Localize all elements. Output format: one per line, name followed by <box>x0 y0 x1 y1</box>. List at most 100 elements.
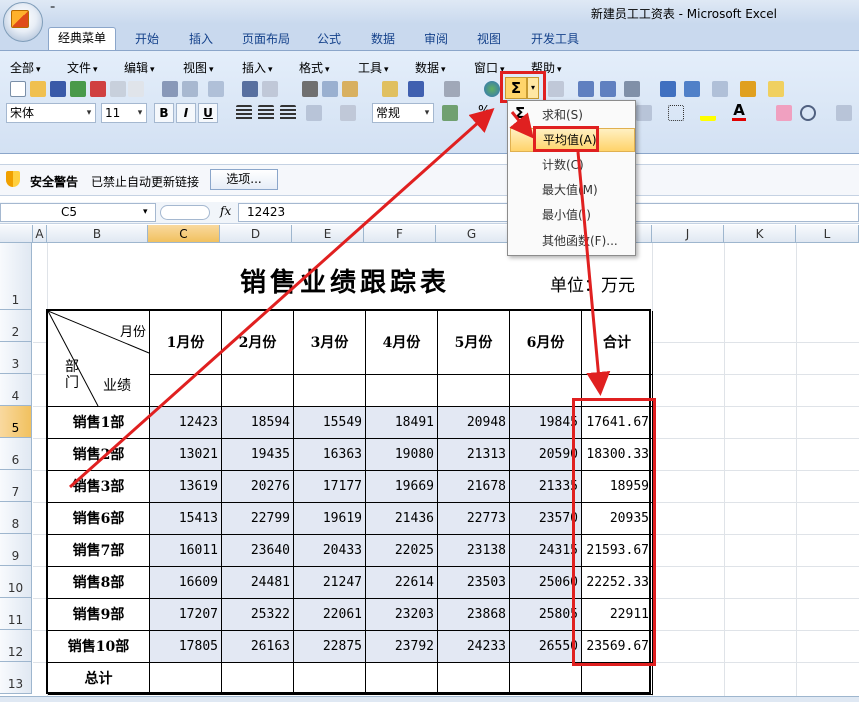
value-cell[interactable]: 22799 <box>222 503 294 535</box>
value-cell[interactable]: 22614 <box>366 567 438 599</box>
permission-icon[interactable] <box>90 81 106 97</box>
menu-format[interactable]: 格式 <box>299 59 330 76</box>
value-cell[interactable]: 22061 <box>294 599 366 631</box>
align-left-icon[interactable] <box>236 105 252 121</box>
new-document-icon[interactable] <box>10 81 26 97</box>
dept-label-cell[interactable]: 销售7部 <box>48 535 150 567</box>
percent-button[interactable]: % <box>478 104 490 119</box>
tab-formulas[interactable]: 公式 <box>306 29 352 50</box>
value-cell[interactable]: 25322 <box>222 599 294 631</box>
empty-header-cell[interactable] <box>438 375 510 407</box>
row-header-9[interactable]: 9 <box>0 534 32 566</box>
sheet-tab-bar[interactable] <box>0 696 859 702</box>
dept-label-cell[interactable]: 销售1部 <box>48 407 150 439</box>
tab-home[interactable]: 开始 <box>124 29 170 50</box>
dept-label-cell[interactable]: 销售10部 <box>48 631 150 663</box>
name-box[interactable]: C5 <box>0 203 156 222</box>
row-header-3[interactable]: 3 <box>0 342 32 374</box>
grand-total-cell[interactable] <box>294 663 366 695</box>
dept-label-cell[interactable]: 销售8部 <box>48 567 150 599</box>
number-format-combo[interactable]: 常规 ▾ <box>372 103 434 123</box>
empty-header-cell[interactable] <box>150 375 222 407</box>
value-cell[interactable]: 19669 <box>366 471 438 503</box>
value-cell[interactable]: 22025 <box>366 535 438 567</box>
wrap-icon[interactable] <box>340 105 356 121</box>
row-header-4[interactable]: 4 <box>0 374 32 406</box>
align-right-icon[interactable] <box>280 105 296 121</box>
value-cell[interactable]: 16609 <box>150 567 222 599</box>
value-cell[interactable]: 18491 <box>366 407 438 439</box>
column-header-cell[interactable]: 5月份 <box>438 311 510 375</box>
menu-item-min[interactable]: 最小值(I) <box>508 203 635 227</box>
column-header-g[interactable]: G <box>436 225 508 243</box>
underline-button[interactable]: U <box>198 103 218 123</box>
grand-total-label-cell[interactable]: 总计 <box>48 663 150 695</box>
value-cell[interactable]: 17177 <box>294 471 366 503</box>
filter-icon[interactable] <box>624 81 640 97</box>
currency-icon[interactable] <box>442 105 458 121</box>
column-header-cell[interactable]: 合计 <box>582 311 653 375</box>
value-cell[interactable]: 20433 <box>294 535 366 567</box>
font-size-combo[interactable]: 11 ▾ <box>101 103 147 123</box>
value-cell[interactable]: 19435 <box>222 439 294 471</box>
table-icon[interactable] <box>712 81 728 97</box>
paste-icon[interactable] <box>342 81 358 97</box>
row-header-6[interactable]: 6 <box>0 438 32 470</box>
column-header-l[interactable]: L <box>796 225 859 243</box>
row-header-7[interactable]: 7 <box>0 470 32 502</box>
document-icon[interactable] <box>128 81 144 97</box>
value-cell[interactable]: 20948 <box>438 407 510 439</box>
value-cell[interactable]: 22773 <box>438 503 510 535</box>
value-cell[interactable]: 24233 <box>438 631 510 663</box>
more-icon[interactable] <box>836 105 852 121</box>
column-header-j[interactable]: J <box>652 225 724 243</box>
column-header-b[interactable]: B <box>47 225 148 243</box>
value-cell[interactable]: 20276 <box>222 471 294 503</box>
value-cell[interactable]: 23792 <box>366 631 438 663</box>
value-cell[interactable]: 17207 <box>150 599 222 631</box>
pivot-icon[interactable] <box>684 81 700 97</box>
sort-descending-icon[interactable] <box>600 81 616 97</box>
value-cell[interactable]: 23503 <box>438 567 510 599</box>
tab-classic-menu[interactable]: 经典菜单 <box>48 27 116 50</box>
row-header-5[interactable]: 5 <box>0 406 32 438</box>
spelling-icon[interactable] <box>242 81 258 97</box>
styles-icon[interactable] <box>776 105 792 121</box>
value-cell[interactable]: 18594 <box>222 407 294 439</box>
value-cell[interactable]: 24481 <box>222 567 294 599</box>
column-header-f[interactable]: F <box>364 225 436 243</box>
open-folder-icon[interactable] <box>30 81 46 97</box>
value-cell[interactable]: 26163 <box>222 631 294 663</box>
hyperlink-globe-icon[interactable] <box>484 81 500 97</box>
value-cell[interactable]: 21247 <box>294 567 366 599</box>
column-header-a[interactable]: A <box>33 225 47 243</box>
tab-developer[interactable]: 开发工具 <box>522 29 588 50</box>
grand-total-cell[interactable] <box>582 663 653 695</box>
search-icon[interactable] <box>800 105 816 121</box>
dept-label-cell[interactable]: 销售3部 <box>48 471 150 503</box>
menu-insert[interactable]: 插入 <box>242 59 273 76</box>
row-header-2[interactable]: 2 <box>0 310 32 342</box>
value-cell[interactable]: 13021 <box>150 439 222 471</box>
value-cell[interactable]: 15549 <box>294 407 366 439</box>
align-center-icon[interactable] <box>258 105 274 121</box>
italic-button[interactable]: I <box>176 103 196 123</box>
value-cell[interactable]: 19080 <box>366 439 438 471</box>
bold-button[interactable]: B <box>154 103 174 123</box>
tab-data[interactable]: 数据 <box>360 29 406 50</box>
menu-view[interactable]: 视图 <box>183 59 214 76</box>
save-icon[interactable] <box>50 81 66 97</box>
save-as-icon[interactable] <box>70 81 86 97</box>
empty-header-cell[interactable] <box>366 375 438 407</box>
row-header-11[interactable]: 11 <box>0 598 32 630</box>
row-header-1[interactable]: 1 <box>0 243 32 310</box>
dept-label-cell[interactable]: 销售6部 <box>48 503 150 535</box>
translate-icon[interactable] <box>262 81 278 97</box>
indent-icon[interactable] <box>636 105 652 121</box>
column-header-c[interactable]: C <box>148 225 220 243</box>
value-cell[interactable]: 23640 <box>222 535 294 567</box>
research-icon[interactable] <box>208 81 224 97</box>
email-icon[interactable] <box>110 81 126 97</box>
column-header-cell[interactable]: 2月份 <box>222 311 294 375</box>
font-color-icon[interactable]: A <box>732 102 746 121</box>
